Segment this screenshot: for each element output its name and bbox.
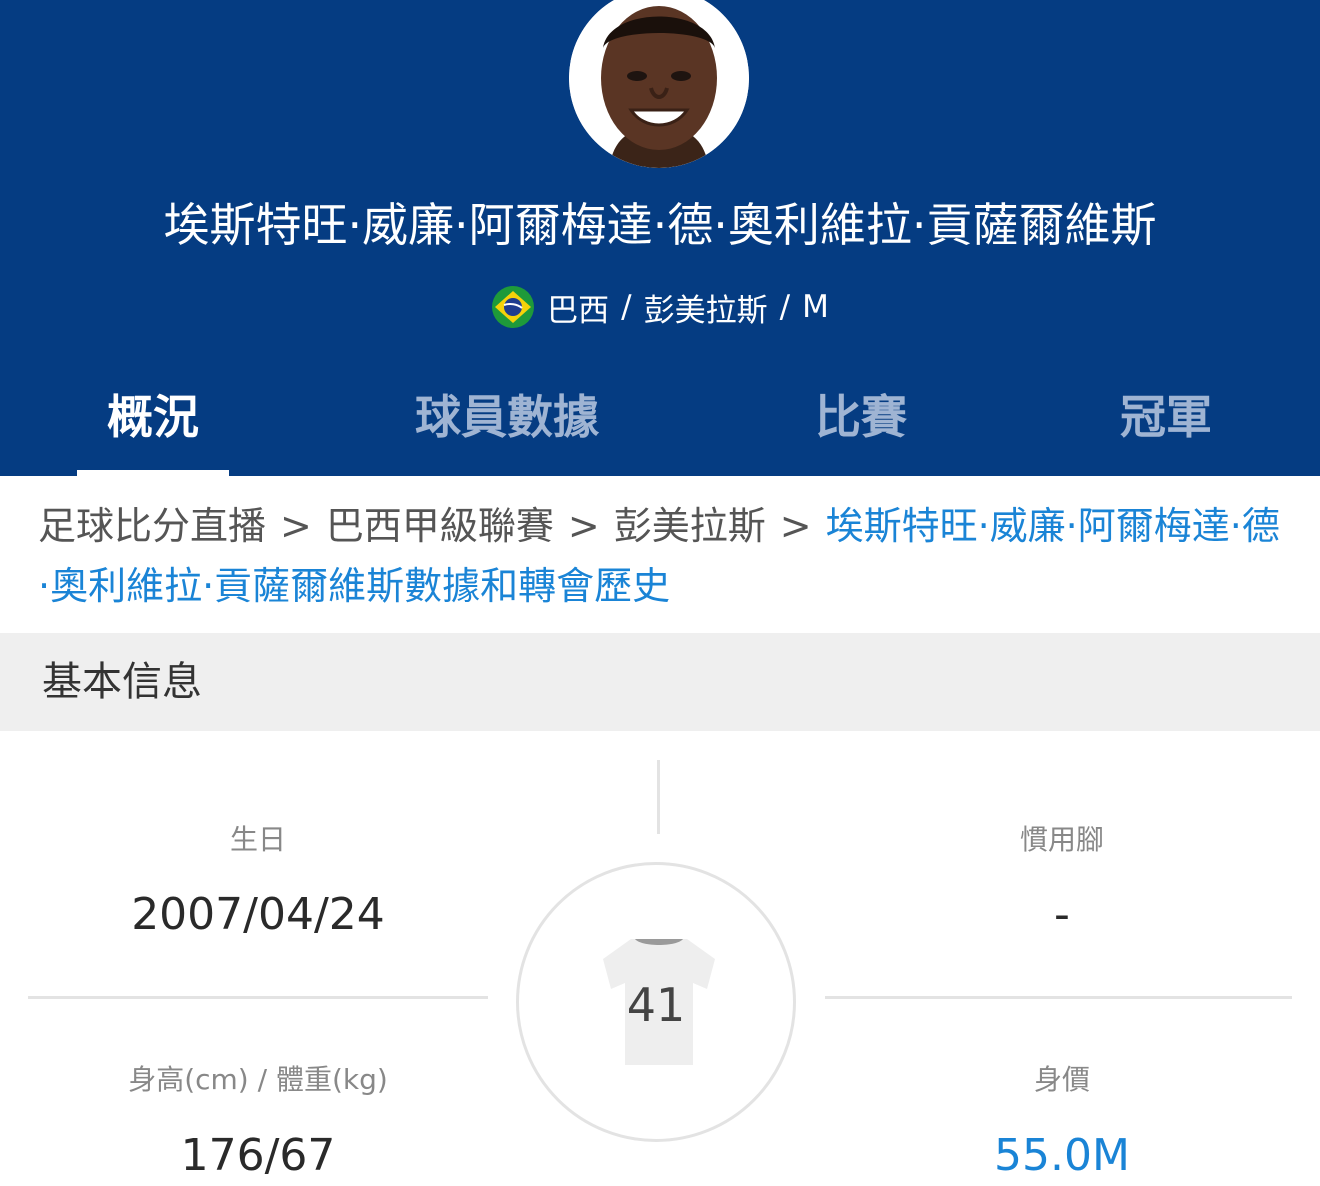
player-avatar <box>569 0 749 168</box>
player-club: 彭美拉斯 <box>643 292 768 329</box>
height-weight-value: 176/67 <box>180 1130 336 1181</box>
market-value-label: 身價 <box>1033 1063 1090 1096</box>
divider <box>28 996 488 999</box>
player-header: 埃斯特旺·威廉·阿爾梅達·德·奧利維拉·貢薩爾維斯 巴西 / 彭美拉斯 / M … <box>0 0 1320 476</box>
tab-player-stats[interactable]: 球員數據 <box>396 382 618 452</box>
breadcrumb-item-club[interactable]: 彭美拉斯 <box>614 504 766 548</box>
meta-separator: / <box>779 289 791 325</box>
breadcrumb-item-football-live[interactable]: 足球比分直播 <box>38 504 266 548</box>
foot-label: 慣用腳 <box>1019 823 1104 856</box>
tab-bar: 概況 球員數據 比賽 冠軍 <box>0 370 1320 476</box>
birthday-value: 2007/04/24 <box>131 889 385 940</box>
foot-value: - <box>1054 889 1070 940</box>
shirt-number-badge: 41 <box>516 862 796 1142</box>
tab-matches[interactable]: 比賽 <box>800 382 922 452</box>
meta-separator: / <box>621 289 632 325</box>
player-position: M <box>802 289 829 325</box>
player-country: 巴西 <box>547 292 610 329</box>
player-name: 埃斯特旺·威廉·阿爾梅達·德·奧利維拉·貢薩爾維斯 <box>163 198 1157 252</box>
chevron-right-icon: > <box>779 504 812 548</box>
tab-overview[interactable]: 概況 <box>77 382 229 452</box>
breadcrumb: 足球比分直播 > 巴西甲級聯賽 > 彭美拉斯 > 埃斯特旺·威廉·阿爾梅達·德·奧利維拉·貢… <box>38 496 1288 616</box>
market-value: 55.0M <box>994 1130 1130 1181</box>
chevron-right-icon: > <box>567 504 600 548</box>
tab-trophies[interactable]: 冠軍 <box>1105 382 1227 452</box>
brazil-flag-icon <box>491 285 535 329</box>
breadcrumb-item-league[interactable]: 巴西甲級聯賽 <box>326 504 554 548</box>
divider <box>657 760 660 834</box>
shirt-number: 41 <box>626 978 686 1032</box>
height-weight-label: 身高(cm) / 體重(kg) <box>128 1063 388 1096</box>
divider <box>825 996 1292 999</box>
active-tab-indicator <box>77 470 229 476</box>
section-header: 基本信息 <box>0 633 1320 731</box>
player-meta: 巴西 / 彭美拉斯 / M <box>0 282 1320 332</box>
section-title: 基本信息 <box>42 659 202 705</box>
chevron-right-icon: > <box>280 504 312 548</box>
birthday-label: 生日 <box>229 823 286 856</box>
